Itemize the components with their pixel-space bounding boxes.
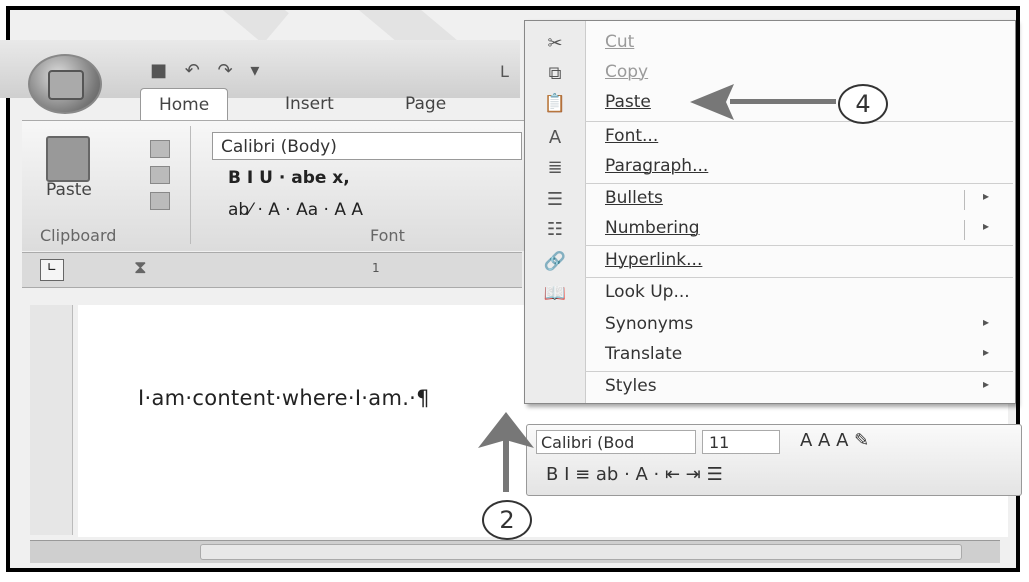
menu-item-label: Bullets	[605, 188, 663, 208]
tab-selector-icon[interactable]: ∟	[40, 259, 64, 281]
customize-qat-icon[interactable]: ▾	[250, 60, 265, 81]
menu-item-label: Paragraph...	[605, 156, 709, 176]
horizontal-scrollbar[interactable]	[30, 540, 1000, 563]
menu-item-label: Font...	[605, 126, 659, 146]
menu-item-styles[interactable]: Styles ▸	[525, 373, 1013, 403]
submenu-arrow-icon: ▸	[982, 219, 989, 233]
menu-item-label: Paste	[605, 92, 651, 112]
menu-item-label: Numbering	[605, 218, 700, 238]
horizontal-ruler[interactable]: ∟ ⧗ 1	[22, 252, 522, 288]
menu-item-synonyms[interactable]: Synonyms ▸	[525, 311, 1013, 341]
submenu-arrow-icon: ▸	[982, 315, 989, 329]
watermark-shape	[171, 10, 289, 44]
callout-4: 4	[838, 84, 888, 124]
format-painter-icon[interactable]	[150, 192, 170, 210]
menu-item-label: Copy	[605, 62, 649, 82]
menu-item-cut[interactable]: ✂ Cut	[525, 29, 1013, 59]
paste-icon: 📋	[543, 93, 567, 114]
mini-font-name-box[interactable]: Calibri (Bod	[536, 430, 696, 454]
callout-2: 2	[482, 500, 532, 540]
font-color-row[interactable]: ab⁄ · A · Aa · A A	[228, 200, 363, 220]
font-format-row[interactable]: B I U · abe x,	[228, 168, 350, 188]
scrollbar-thumb[interactable]	[200, 544, 962, 560]
menu-item-font[interactable]: A Font...	[525, 123, 1013, 153]
annotation-arrow-head-icon	[690, 84, 734, 120]
paste-button-label[interactable]: Paste	[46, 180, 92, 200]
font-group-label: Font	[370, 226, 405, 245]
font-icon: A	[548, 127, 562, 148]
menu-item-bullets[interactable]: ☰ Bullets ▸	[525, 185, 1013, 215]
menu-item-label: Look Up...	[605, 282, 690, 302]
menu-item-label: Cut	[605, 32, 635, 52]
menu-item-paste[interactable]: 📋 Paste	[525, 89, 1013, 119]
research-icon: 📖	[543, 283, 567, 304]
menu-item-paragraph[interactable]: ≣ Paragraph...	[525, 153, 1013, 183]
mini-toolbar-row2[interactable]: B I ≡ ab · A · ⇤ ⇥ ☰	[546, 464, 723, 485]
annotation-arrow-shaft	[730, 99, 836, 104]
office-button[interactable]	[28, 54, 102, 114]
numbering-icon: ☷	[546, 219, 564, 240]
quick-access-toolbar[interactable]: ■ ↶ ↷ ▾	[150, 60, 265, 81]
annotation-arrow-shaft	[503, 440, 509, 492]
submenu-arrow-icon: ▸	[982, 189, 989, 203]
document-text[interactable]: I·am·content·where·I·am.·¶	[138, 386, 430, 410]
menu-item-hyperlink[interactable]: 🔗 Hyperlink...	[525, 247, 1013, 277]
tab-home[interactable]: Home	[140, 88, 229, 121]
submenu-arrow-icon: ▸	[982, 377, 989, 391]
hyperlink-icon: 🔗	[543, 251, 567, 272]
indent-marker-icon[interactable]: ⧗	[134, 257, 147, 278]
mini-toolbar-row1-icons[interactable]: A A A ✎	[800, 430, 869, 451]
save-icon[interactable]: ■	[150, 60, 173, 81]
menu-item-translate[interactable]: Translate ▸	[525, 341, 1013, 371]
vertical-ruler	[30, 305, 73, 535]
menu-item-label: Hyperlink...	[605, 250, 703, 270]
menu-item-label: Translate	[605, 344, 683, 364]
font-name-box[interactable]: Calibri (Body)	[212, 132, 522, 160]
copy-icon: ⧉	[548, 63, 562, 84]
menu-item-numbering[interactable]: ☷ Numbering ▸	[525, 215, 1013, 245]
paragraph-icon: ≣	[547, 157, 563, 178]
redo-icon[interactable]: ↷	[218, 60, 239, 81]
cut-icon: ✂	[547, 33, 563, 54]
menu-item-label: Styles	[605, 376, 657, 396]
cut-icon[interactable]	[150, 140, 170, 158]
tab-page-layout[interactable]: Page Layo	[405, 88, 446, 146]
menu-item-look-up[interactable]: 📖 Look Up...	[525, 279, 1013, 309]
clipboard-group-label: Clipboard	[40, 226, 117, 245]
submenu-arrow-icon: ▸	[982, 345, 989, 359]
paste-big-icon[interactable]	[46, 136, 90, 182]
tab-insert[interactable]: Insert	[285, 88, 334, 120]
menu-item-copy[interactable]: ⧉ Copy	[525, 59, 1013, 89]
undo-icon[interactable]: ↶	[185, 60, 206, 81]
copy-icon[interactable]	[150, 166, 170, 184]
bullets-icon: ☰	[546, 189, 564, 210]
context-menu: ✂ Cut ⧉ Copy 📋 Paste A Font... ≣ Paragra…	[524, 20, 1016, 404]
menu-item-label: Synonyms	[605, 314, 694, 334]
mini-font-size-box[interactable]: 11	[702, 430, 780, 454]
window-title: L	[500, 62, 509, 81]
ruler-tick-label: 1	[372, 261, 380, 275]
